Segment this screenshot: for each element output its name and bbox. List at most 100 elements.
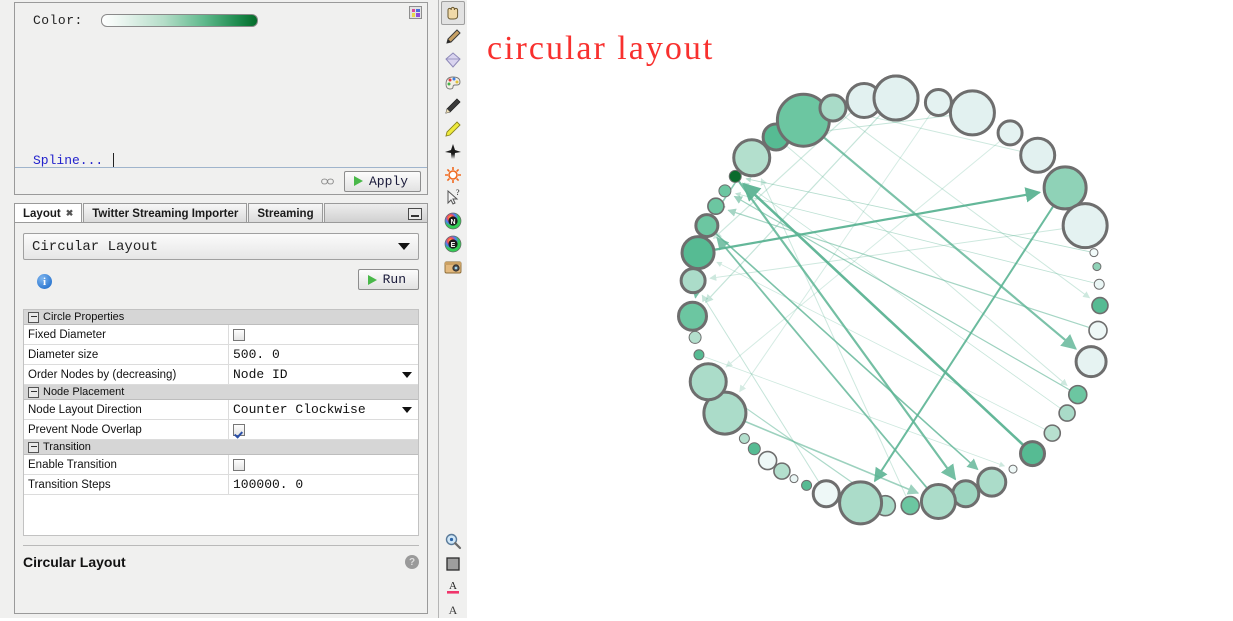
svg-text:?: ? bbox=[456, 188, 460, 197]
camera-icon[interactable] bbox=[442, 256, 464, 278]
graph-edge[interactable] bbox=[716, 261, 1046, 430]
paint-palette-icon[interactable] bbox=[442, 72, 464, 94]
property-group-label: Node Placement bbox=[43, 386, 125, 398]
property-group-transition[interactable]: Transition bbox=[24, 440, 418, 455]
pencil-icon[interactable] bbox=[442, 95, 464, 117]
hand-cursor-icon[interactable] bbox=[441, 1, 465, 25]
graph-node[interactable] bbox=[923, 87, 953, 117]
graph-node[interactable] bbox=[676, 300, 708, 332]
graph-node[interactable] bbox=[811, 479, 841, 509]
cursor-question-icon[interactable]: ? bbox=[442, 187, 464, 209]
checkbox-enable-transition[interactable] bbox=[233, 458, 245, 471]
graph-node[interactable] bbox=[838, 480, 884, 526]
graph-edge[interactable] bbox=[727, 208, 1090, 329]
graph-edge[interactable] bbox=[733, 195, 1071, 391]
chevron-down-icon bbox=[402, 406, 412, 413]
collapse-toggle-icon[interactable] bbox=[28, 311, 39, 323]
graph-edge[interactable] bbox=[873, 204, 1055, 483]
node-n-icon[interactable]: N bbox=[442, 210, 464, 232]
graph-node[interactable] bbox=[1089, 248, 1099, 258]
run-button[interactable]: Run bbox=[357, 269, 419, 290]
property-value[interactable]: Counter Clockwise bbox=[229, 400, 418, 419]
graph-edge[interactable] bbox=[760, 178, 907, 498]
graph-node[interactable] bbox=[738, 433, 750, 445]
graph-node[interactable] bbox=[872, 74, 920, 122]
circular-graph[interactable] bbox=[467, 0, 1233, 618]
graph-node[interactable] bbox=[688, 362, 728, 402]
graph-node[interactable] bbox=[1074, 345, 1108, 379]
graph-node[interactable] bbox=[801, 479, 813, 491]
graph-node[interactable] bbox=[1061, 202, 1109, 250]
graph-node[interactable] bbox=[1019, 136, 1057, 174]
help-icon[interactable]: ? bbox=[405, 555, 419, 569]
collapse-toggle-icon[interactable] bbox=[28, 386, 39, 398]
property-name: Order Nodes by (decreasing) bbox=[24, 365, 229, 384]
graph-node[interactable] bbox=[707, 197, 725, 216]
graph-node[interactable] bbox=[679, 267, 707, 295]
graph-edge[interactable] bbox=[725, 140, 1002, 368]
apply-button-label: Apply bbox=[368, 173, 408, 189]
palette-icon[interactable] bbox=[409, 6, 422, 19]
color-gradient-bar[interactable] bbox=[100, 14, 258, 27]
graph-node[interactable] bbox=[996, 119, 1024, 147]
graph-canvas[interactable]: circular layout bbox=[467, 0, 1233, 618]
graph-node[interactable] bbox=[948, 89, 996, 137]
checkbox-prevent-node-overlap[interactable] bbox=[233, 423, 245, 436]
layout-selector-combo[interactable]: Circular Layout bbox=[23, 233, 419, 260]
graph-node[interactable] bbox=[1091, 296, 1109, 315]
collapse-toggle-icon[interactable] bbox=[28, 441, 39, 453]
edge-e-icon[interactable]: E bbox=[442, 233, 464, 255]
graph-node[interactable] bbox=[1042, 165, 1088, 211]
graph-node[interactable] bbox=[789, 474, 799, 484]
text-color-a-icon[interactable]: A bbox=[442, 576, 464, 598]
graph-node[interactable] bbox=[976, 466, 1008, 498]
graph-node[interactable] bbox=[680, 235, 716, 271]
graph-node[interactable] bbox=[1008, 464, 1018, 474]
graph-node[interactable] bbox=[1019, 440, 1047, 468]
property-group-circle-properties[interactable]: Circle Properties bbox=[24, 310, 418, 325]
square-fill-icon[interactable] bbox=[442, 553, 464, 575]
tab-streaming[interactable]: Streaming bbox=[248, 203, 323, 223]
graph-node[interactable] bbox=[1058, 404, 1076, 422]
property-value[interactable]: 500. 0 bbox=[229, 345, 418, 364]
property-value[interactable]: Node ID bbox=[229, 365, 418, 384]
airplane-icon[interactable] bbox=[442, 141, 464, 163]
gear-sun-icon[interactable] bbox=[442, 164, 464, 186]
property-value[interactable]: 100000. 0 bbox=[229, 475, 418, 494]
chevron-down-icon bbox=[398, 243, 410, 250]
graph-node[interactable] bbox=[818, 93, 848, 123]
graph-node[interactable] bbox=[900, 495, 921, 516]
info-icon[interactable]: i bbox=[37, 274, 52, 289]
graph-node[interactable] bbox=[1092, 262, 1102, 272]
graph-node[interactable] bbox=[919, 483, 957, 521]
graph-node[interactable] bbox=[1067, 384, 1088, 405]
tab-close-icon[interactable]: ✖ bbox=[66, 208, 74, 219]
minimize-icon[interactable] bbox=[408, 207, 422, 220]
graph-node[interactable] bbox=[757, 450, 778, 471]
checkbox-fixed-diameter[interactable] bbox=[233, 328, 245, 341]
property-group-node-placement[interactable]: Node Placement bbox=[24, 385, 418, 400]
highlighter-icon[interactable] bbox=[442, 118, 464, 140]
graph-node[interactable] bbox=[718, 184, 732, 198]
graph-edge[interactable] bbox=[849, 110, 1022, 152]
graph-edge[interactable] bbox=[745, 177, 1091, 253]
graph-node[interactable] bbox=[773, 462, 791, 480]
paintbrush-icon[interactable] bbox=[442, 26, 464, 48]
graph-node[interactable] bbox=[693, 349, 705, 361]
graph-node[interactable] bbox=[1043, 424, 1062, 442]
graph-node[interactable] bbox=[747, 442, 761, 456]
diamond-icon[interactable] bbox=[442, 49, 464, 71]
apply-button[interactable]: Apply bbox=[343, 170, 421, 192]
graph-edge[interactable] bbox=[735, 192, 1095, 284]
graph-node[interactable] bbox=[694, 213, 720, 239]
chain-link-icon[interactable] bbox=[321, 177, 334, 186]
graph-node[interactable] bbox=[688, 330, 702, 344]
spline-link[interactable]: Spline... bbox=[33, 153, 103, 168]
magnifier-icon[interactable] bbox=[442, 530, 464, 552]
svg-text:A: A bbox=[449, 603, 458, 617]
graph-node[interactable] bbox=[1088, 320, 1108, 341]
tab-layout[interactable]: Layout ✖ bbox=[14, 203, 83, 223]
graph-node[interactable] bbox=[1093, 278, 1105, 290]
tab-twitter-streaming-importer[interactable]: Twitter Streaming Importer bbox=[83, 203, 248, 223]
